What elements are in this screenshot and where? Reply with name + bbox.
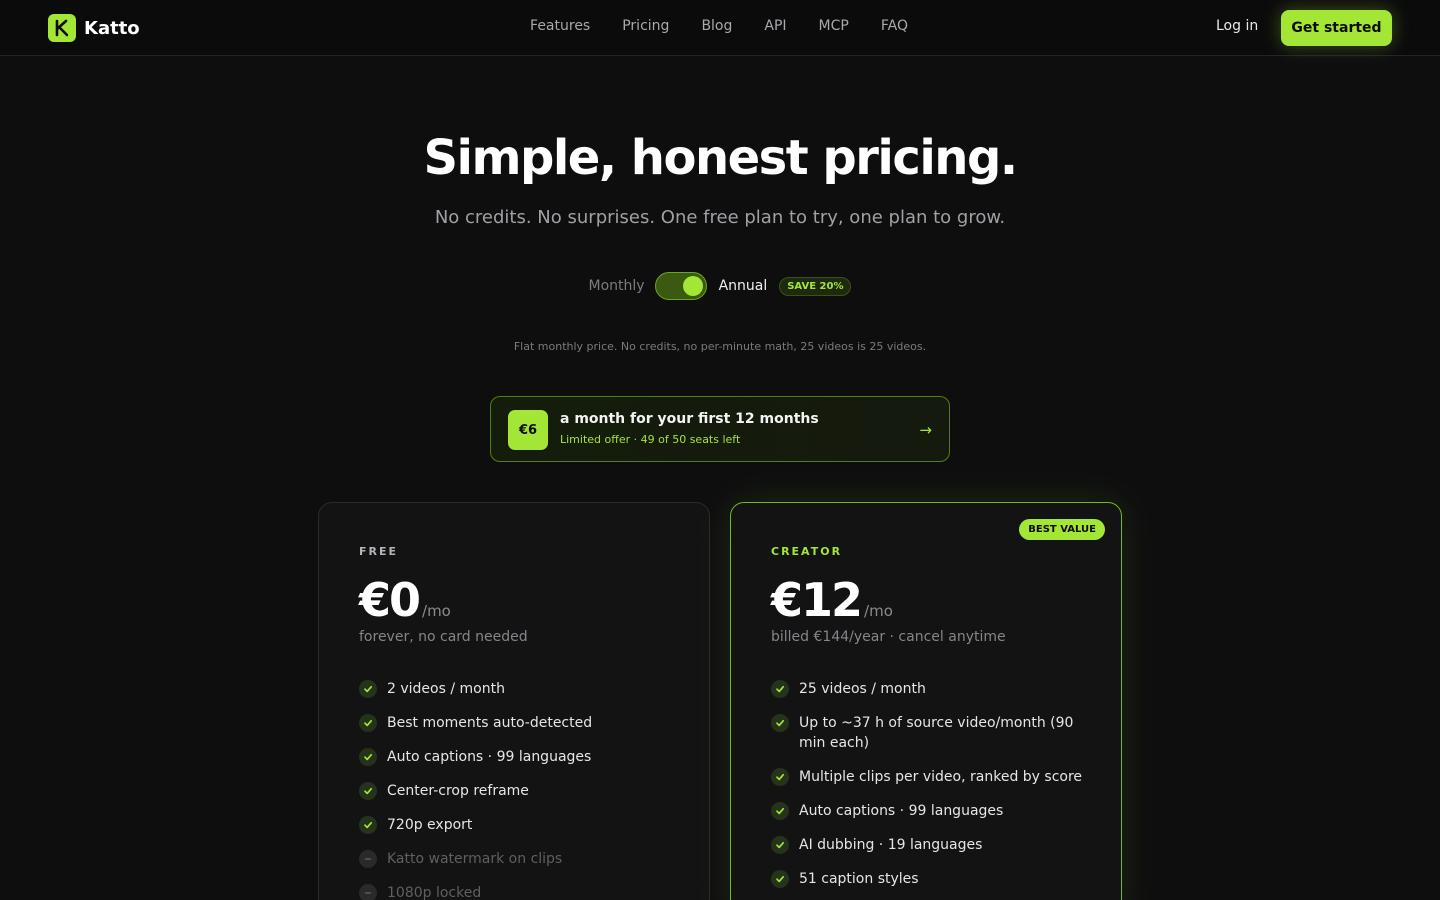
page-subtitle: No credits. No surprises. One free plan … <box>434 207 1006 228</box>
feature-text: Auto captions · 99 languages <box>799 803 1004 819</box>
check-icon <box>771 768 789 786</box>
feature-item: Multiple clips per video, ranked by scor… <box>771 767 1091 787</box>
plan-price-row: €12 /mo <box>771 573 893 627</box>
plan-tier: CREATOR <box>771 545 843 558</box>
feature-item: Auto captions · 99 languages <box>771 801 1091 821</box>
feature-text: Best moments auto-detected <box>387 715 593 731</box>
nav-link-api[interactable]: API <box>764 18 786 34</box>
feature-text: Multiple clips per video, ranked by scor… <box>799 769 1083 785</box>
check-icon <box>771 714 789 732</box>
nav-link-blog[interactable]: Blog <box>701 18 732 34</box>
check-icon <box>359 816 377 834</box>
plan-card-creator: BEST VALUE CREATOR €12 /mo billed €144/y… <box>730 502 1122 900</box>
offer-price-badge: €6 <box>508 410 548 450</box>
check-icon <box>771 680 789 698</box>
plan-card-free: FREE €0 /mo forever, no card needed 2 vi… <box>318 502 710 900</box>
get-started-button[interactable]: Get started <box>1281 10 1392 46</box>
check-icon <box>771 802 789 820</box>
arrow-right-icon: → <box>919 421 932 439</box>
feature-text: 25 videos / month <box>799 681 926 697</box>
nav-link-mcp[interactable]: MCP <box>819 18 849 34</box>
nav-link-pricing[interactable]: Pricing <box>622 18 669 34</box>
check-icon <box>359 680 377 698</box>
feature-item: 1080p locked <box>359 883 679 900</box>
feature-text: 1080p locked <box>387 885 482 900</box>
feature-item: Katto watermark on clips <box>359 849 679 869</box>
switch-knob <box>682 276 703 296</box>
plan-feature-list: 2 videos / month Best moments auto-detect… <box>359 679 679 900</box>
feature-item: 25 videos / month <box>771 679 1091 699</box>
billing-annual-label[interactable]: Annual <box>719 278 768 294</box>
billing-toggle-row: Monthly Annual SAVE 20% <box>0 272 1440 300</box>
check-icon <box>771 836 789 854</box>
feature-item: 2 videos / month <box>359 679 679 699</box>
dash-icon <box>359 850 377 868</box>
feature-text: AI dubbing · 19 languages <box>799 837 983 853</box>
top-navbar: Katto Features Pricing Blog API MCP FAQ … <box>0 0 1440 56</box>
plan-price-note: billed €144/year · cancel anytime <box>771 629 1006 645</box>
feature-text: Katto watermark on clips <box>387 851 563 867</box>
check-icon <box>771 870 789 888</box>
plan-feature-list: 25 videos / month Up to ~37 h of source v… <box>771 679 1091 900</box>
plan-price-note: forever, no card needed <box>359 629 528 645</box>
feature-item: Best moments auto-detected <box>359 713 679 733</box>
pricing-note: Flat monthly price. No credits, no per-m… <box>513 340 927 353</box>
feature-item: Auto captions · 99 languages <box>359 747 679 767</box>
nav-link-features[interactable]: Features <box>530 18 590 34</box>
plan-price: €12 <box>771 573 863 627</box>
feature-text: Center-crop reframe <box>387 783 529 799</box>
check-icon <box>359 748 377 766</box>
page-title: Simple, honest pricing. <box>423 130 1018 186</box>
nav-link-faq[interactable]: FAQ <box>881 18 908 34</box>
check-icon <box>359 782 377 800</box>
save-badge: SAVE 20% <box>779 276 852 296</box>
plan-period: /mo <box>864 602 893 620</box>
feature-item: Center-crop reframe <box>359 781 679 801</box>
check-icon <box>359 714 377 732</box>
feature-item: 720p export <box>359 815 679 835</box>
plan-price-row: €0 /mo <box>359 573 451 627</box>
best-value-badge: BEST VALUE <box>1019 519 1105 540</box>
feature-item: AI dubbing · 19 languages <box>771 835 1091 855</box>
feature-text: 720p export <box>387 817 473 833</box>
offer-subtitle: Limited offer · 49 of 50 seats left <box>560 433 741 446</box>
login-link[interactable]: Log in <box>1216 18 1258 34</box>
dash-icon <box>359 884 377 900</box>
feature-item: 51 caption styles <box>771 869 1091 889</box>
feature-text: Up to ~37 h of source video/month (90 mi… <box>799 715 1074 751</box>
billing-period-switch[interactable] <box>654 272 707 300</box>
feature-text: Auto captions · 99 languages <box>387 749 592 765</box>
plan-period: /mo <box>422 602 451 620</box>
billing-monthly-label[interactable]: Monthly <box>589 278 645 294</box>
plan-price: €0 <box>359 573 421 627</box>
offer-title: a month for your first 12 months <box>560 411 819 427</box>
feature-text: 2 videos / month <box>387 681 505 697</box>
limited-offer-banner[interactable]: €6 a month for your first 12 months Limi… <box>490 396 950 462</box>
feature-text: 51 caption styles <box>799 871 919 887</box>
feature-item: Up to ~37 h of source video/month (90 mi… <box>771 713 1091 753</box>
plan-tier: FREE <box>359 545 399 558</box>
